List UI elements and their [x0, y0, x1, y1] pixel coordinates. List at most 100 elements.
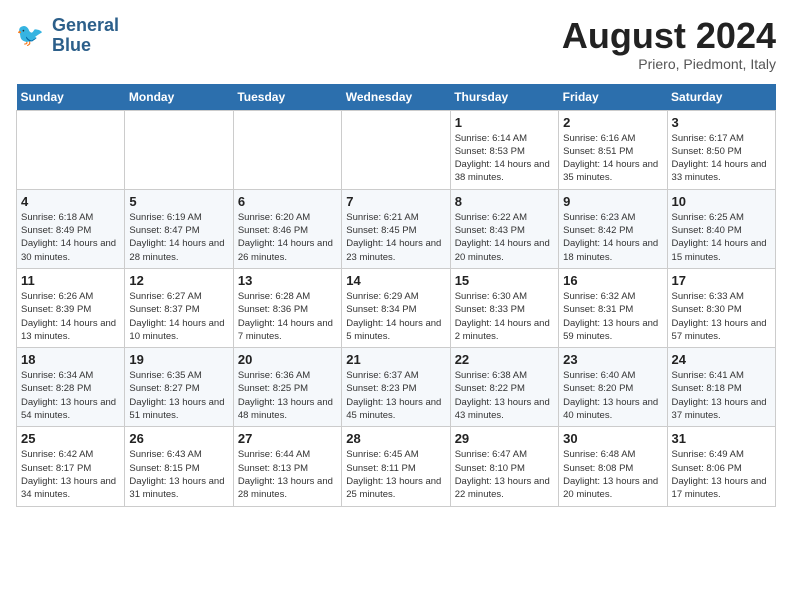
- calendar-cell: 12 Sunrise: 6:27 AMSunset: 8:37 PMDayligh…: [125, 268, 233, 347]
- day-info: Sunrise: 6:45 AMSunset: 8:11 PMDaylight:…: [346, 448, 445, 501]
- day-info: Sunrise: 6:36 AMSunset: 8:25 PMDaylight:…: [238, 369, 337, 422]
- svg-text:🐦: 🐦: [16, 22, 44, 47]
- day-info: Sunrise: 6:40 AMSunset: 8:20 PMDaylight:…: [563, 369, 662, 422]
- day-number: 19: [129, 352, 228, 367]
- day-info: Sunrise: 6:22 AMSunset: 8:43 PMDaylight:…: [455, 211, 554, 264]
- day-number: 25: [21, 431, 120, 446]
- day-number: 15: [455, 273, 554, 288]
- day-info: Sunrise: 6:35 AMSunset: 8:27 PMDaylight:…: [129, 369, 228, 422]
- day-header-thursday: Thursday: [450, 84, 558, 111]
- calendar-cell: 14 Sunrise: 6:29 AMSunset: 8:34 PMDayligh…: [342, 268, 450, 347]
- calendar-week-4: 18 Sunrise: 6:34 AMSunset: 8:28 PMDayligh…: [17, 348, 776, 427]
- day-info: Sunrise: 6:32 AMSunset: 8:31 PMDaylight:…: [563, 290, 662, 343]
- day-header-sunday: Sunday: [17, 84, 125, 111]
- day-info: Sunrise: 6:19 AMSunset: 8:47 PMDaylight:…: [129, 211, 228, 264]
- day-info: Sunrise: 6:43 AMSunset: 8:15 PMDaylight:…: [129, 448, 228, 501]
- calendar-cell: 23Sunrise: 6:40 AMSunset: 8:20 PMDayligh…: [559, 348, 667, 427]
- day-info: Sunrise: 6:33 AMSunset: 8:30 PMDaylight:…: [672, 290, 771, 343]
- calendar-week-1: 1 Sunrise: 6:14 AMSunset: 8:53 PMDaylight…: [17, 110, 776, 189]
- calendar-cell: 1 Sunrise: 6:14 AMSunset: 8:53 PMDaylight…: [450, 110, 558, 189]
- calendar-cell: 17 Sunrise: 6:33 AMSunset: 8:30 PMDayligh…: [667, 268, 775, 347]
- day-number: 31: [672, 431, 771, 446]
- calendar-week-3: 11 Sunrise: 6:26 AMSunset: 8:39 PMDayligh…: [17, 268, 776, 347]
- day-info: Sunrise: 6:28 AMSunset: 8:36 PMDaylight:…: [238, 290, 337, 343]
- day-info: Sunrise: 6:18 AMSunset: 8:49 PMDaylight:…: [21, 211, 120, 264]
- day-number: 9: [563, 194, 662, 209]
- day-info: Sunrise: 6:29 AMSunset: 8:34 PMDaylight:…: [346, 290, 445, 343]
- calendar-cell: 19 Sunrise: 6:35 AMSunset: 8:27 PMDayligh…: [125, 348, 233, 427]
- day-info: Sunrise: 6:14 AMSunset: 8:53 PMDaylight:…: [455, 132, 554, 185]
- calendar-header-row: SundayMondayTuesdayWednesdayThursdayFrid…: [17, 84, 776, 111]
- calendar-cell: 21 Sunrise: 6:37 AMSunset: 8:23 PMDayligh…: [342, 348, 450, 427]
- day-number: 1: [455, 115, 554, 130]
- calendar-table: SundayMondayTuesdayWednesdayThursdayFrid…: [16, 84, 776, 507]
- day-number: 16: [563, 273, 662, 288]
- day-number: 29: [455, 431, 554, 446]
- day-info: Sunrise: 6:25 AMSunset: 8:40 PMDaylight:…: [672, 211, 771, 264]
- day-number: 26: [129, 431, 228, 446]
- day-info: Sunrise: 6:41 AMSunset: 8:18 PMDaylight:…: [672, 369, 771, 422]
- calendar-cell: 26 Sunrise: 6:43 AMSunset: 8:15 PMDayligh…: [125, 427, 233, 506]
- day-number: 8: [455, 194, 554, 209]
- calendar-cell: 18 Sunrise: 6:34 AMSunset: 8:28 PMDayligh…: [17, 348, 125, 427]
- subtitle: Priero, Piedmont, Italy: [562, 56, 776, 72]
- day-info: Sunrise: 6:37 AMSunset: 8:23 PMDaylight:…: [346, 369, 445, 422]
- calendar-cell: 25 Sunrise: 6:42 AMSunset: 8:17 PMDayligh…: [17, 427, 125, 506]
- calendar-cell: 28 Sunrise: 6:45 AMSunset: 8:11 PMDayligh…: [342, 427, 450, 506]
- day-info: Sunrise: 6:27 AMSunset: 8:37 PMDaylight:…: [129, 290, 228, 343]
- calendar-cell: 29Sunrise: 6:47 AMSunset: 8:10 PMDayligh…: [450, 427, 558, 506]
- day-info: Sunrise: 6:26 AMSunset: 8:39 PMDaylight:…: [21, 290, 120, 343]
- day-number: 22: [455, 352, 554, 367]
- calendar-cell: 15Sunrise: 6:30 AMSunset: 8:33 PMDayligh…: [450, 268, 558, 347]
- day-number: 14: [346, 273, 445, 288]
- day-number: 12: [129, 273, 228, 288]
- calendar-cell: 2Sunrise: 6:16 AMSunset: 8:51 PMDaylight…: [559, 110, 667, 189]
- calendar-cell: 16 Sunrise: 6:32 AMSunset: 8:31 PMDayligh…: [559, 268, 667, 347]
- day-number: 7: [346, 194, 445, 209]
- calendar-cell: 27Sunrise: 6:44 AMSunset: 8:13 PMDayligh…: [233, 427, 341, 506]
- day-header-saturday: Saturday: [667, 84, 775, 111]
- day-number: 3: [672, 115, 771, 130]
- calendar-cell: 22 Sunrise: 6:38 AMSunset: 8:22 PMDayligh…: [450, 348, 558, 427]
- calendar-cell: 11 Sunrise: 6:26 AMSunset: 8:39 PMDayligh…: [17, 268, 125, 347]
- day-info: Sunrise: 6:42 AMSunset: 8:17 PMDaylight:…: [21, 448, 120, 501]
- calendar-cell: 10Sunrise: 6:25 AMSunset: 8:40 PMDayligh…: [667, 189, 775, 268]
- main-title: August 2024: [562, 16, 776, 56]
- calendar-cell: 7 Sunrise: 6:21 AMSunset: 8:45 PMDaylight…: [342, 189, 450, 268]
- day-number: 13: [238, 273, 337, 288]
- calendar-cell: 20Sunrise: 6:36 AMSunset: 8:25 PMDayligh…: [233, 348, 341, 427]
- calendar-cell: 13 Sunrise: 6:28 AMSunset: 8:36 PMDayligh…: [233, 268, 341, 347]
- day-info: Sunrise: 6:34 AMSunset: 8:28 PMDaylight:…: [21, 369, 120, 422]
- calendar-body: 1 Sunrise: 6:14 AMSunset: 8:53 PMDaylight…: [17, 110, 776, 506]
- calendar-cell: 3 Sunrise: 6:17 AMSunset: 8:50 PMDaylight…: [667, 110, 775, 189]
- day-number: 17: [672, 273, 771, 288]
- day-number: 30: [563, 431, 662, 446]
- logo: 🐦 General Blue: [16, 16, 119, 56]
- day-number: 6: [238, 194, 337, 209]
- logo-icon: 🐦: [16, 20, 48, 52]
- day-header-monday: Monday: [125, 84, 233, 111]
- calendar-cell: 5Sunrise: 6:19 AMSunset: 8:47 PMDaylight…: [125, 189, 233, 268]
- calendar-cell: 31 Sunrise: 6:49 AMSunset: 8:06 PMDayligh…: [667, 427, 775, 506]
- day-info: Sunrise: 6:21 AMSunset: 8:45 PMDaylight:…: [346, 211, 445, 264]
- logo-text: General Blue: [52, 16, 119, 56]
- calendar-cell: [233, 110, 341, 189]
- title-block: August 2024 Priero, Piedmont, Italy: [562, 16, 776, 72]
- day-number: 21: [346, 352, 445, 367]
- day-number: 28: [346, 431, 445, 446]
- day-number: 18: [21, 352, 120, 367]
- day-info: Sunrise: 6:44 AMSunset: 8:13 PMDaylight:…: [238, 448, 337, 501]
- day-number: 11: [21, 273, 120, 288]
- day-header-wednesday: Wednesday: [342, 84, 450, 111]
- calendar-cell: 9 Sunrise: 6:23 AMSunset: 8:42 PMDaylight…: [559, 189, 667, 268]
- day-info: Sunrise: 6:48 AMSunset: 8:08 PMDaylight:…: [563, 448, 662, 501]
- day-info: Sunrise: 6:38 AMSunset: 8:22 PMDaylight:…: [455, 369, 554, 422]
- calendar-cell: 6Sunrise: 6:20 AMSunset: 8:46 PMDaylight…: [233, 189, 341, 268]
- calendar-week-5: 25 Sunrise: 6:42 AMSunset: 8:17 PMDayligh…: [17, 427, 776, 506]
- day-info: Sunrise: 6:17 AMSunset: 8:50 PMDaylight:…: [672, 132, 771, 185]
- calendar-week-2: 4Sunrise: 6:18 AMSunset: 8:49 PMDaylight…: [17, 189, 776, 268]
- day-number: 2: [563, 115, 662, 130]
- calendar-cell: 30 Sunrise: 6:48 AMSunset: 8:08 PMDayligh…: [559, 427, 667, 506]
- day-info: Sunrise: 6:49 AMSunset: 8:06 PMDaylight:…: [672, 448, 771, 501]
- day-info: Sunrise: 6:23 AMSunset: 8:42 PMDaylight:…: [563, 211, 662, 264]
